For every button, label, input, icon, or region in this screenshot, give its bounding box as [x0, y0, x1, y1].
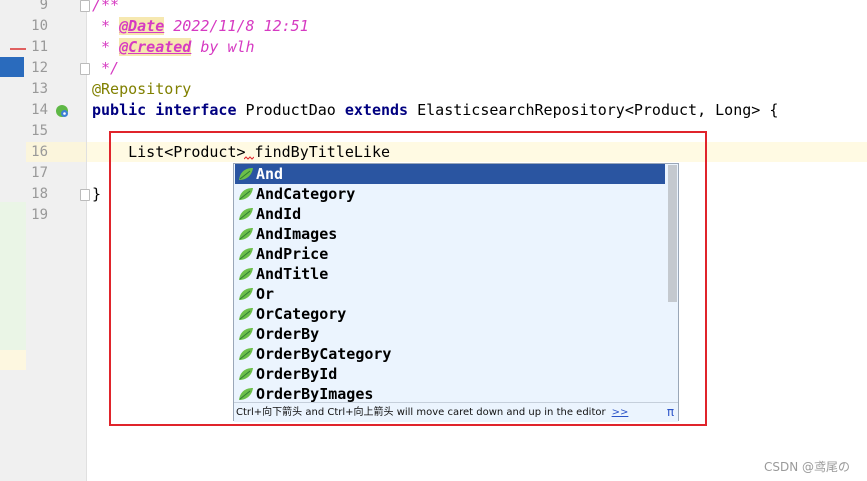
line-number: 9 — [39, 0, 48, 13]
line-number: 11 — [31, 39, 48, 55]
comment-prefix: * — [92, 38, 120, 56]
code-line-10[interactable]: * @Date 2022/11/8 12:51 — [92, 16, 309, 37]
comment-text: by wlh — [191, 38, 255, 56]
highlight-annotation-box — [109, 131, 707, 426]
line-number: 10 — [31, 18, 48, 34]
fold-marker-icon[interactable] — [80, 189, 90, 201]
fold-marker-icon[interactable] — [80, 63, 90, 75]
watermark: CSDN @鸢尾の — [764, 460, 851, 474]
code-line-18[interactable]: } — [92, 184, 101, 205]
comment-text: 2022/11/8 12:51 — [164, 17, 309, 35]
code-line-13[interactable]: @Repository — [92, 79, 191, 100]
side-panel-indicator[interactable] — [0, 57, 24, 77]
spring-bean-icon[interactable] — [55, 104, 69, 118]
vcs-added-marker — [0, 202, 26, 368]
keyword-extends: extends — [344, 101, 409, 119]
code-line-9[interactable]: /** — [92, 0, 119, 16]
line-number: 18 — [31, 186, 48, 202]
code-line-12[interactable]: */ — [92, 58, 119, 79]
vcs-modified-marker — [0, 350, 26, 370]
comment-prefix: * — [92, 17, 120, 35]
line-number: 12 — [31, 60, 48, 76]
code-line-14[interactable]: public interface ProductDao extends Elas… — [92, 100, 778, 121]
javadoc-date-tag: @Date — [119, 17, 165, 35]
keyword-public: public — [92, 101, 147, 119]
code-line-11[interactable]: * @Created by wlh — [92, 37, 255, 58]
keyword-interface: interface — [155, 101, 237, 119]
line-number: 17 — [31, 165, 48, 181]
line-number: 16 — [31, 144, 48, 160]
change-marker — [10, 48, 26, 50]
line-number: 19 — [31, 207, 48, 223]
interface-name: ProductDao — [245, 101, 336, 119]
line-number: 15 — [31, 123, 48, 139]
line-number: 14 — [31, 102, 48, 118]
javadoc-created-tag: @Created — [119, 38, 192, 56]
fold-marker-icon[interactable] — [80, 0, 90, 12]
line-number: 13 — [31, 81, 48, 97]
extends-type: ElasticsearchRepository<Product, Long> { — [417, 101, 779, 119]
